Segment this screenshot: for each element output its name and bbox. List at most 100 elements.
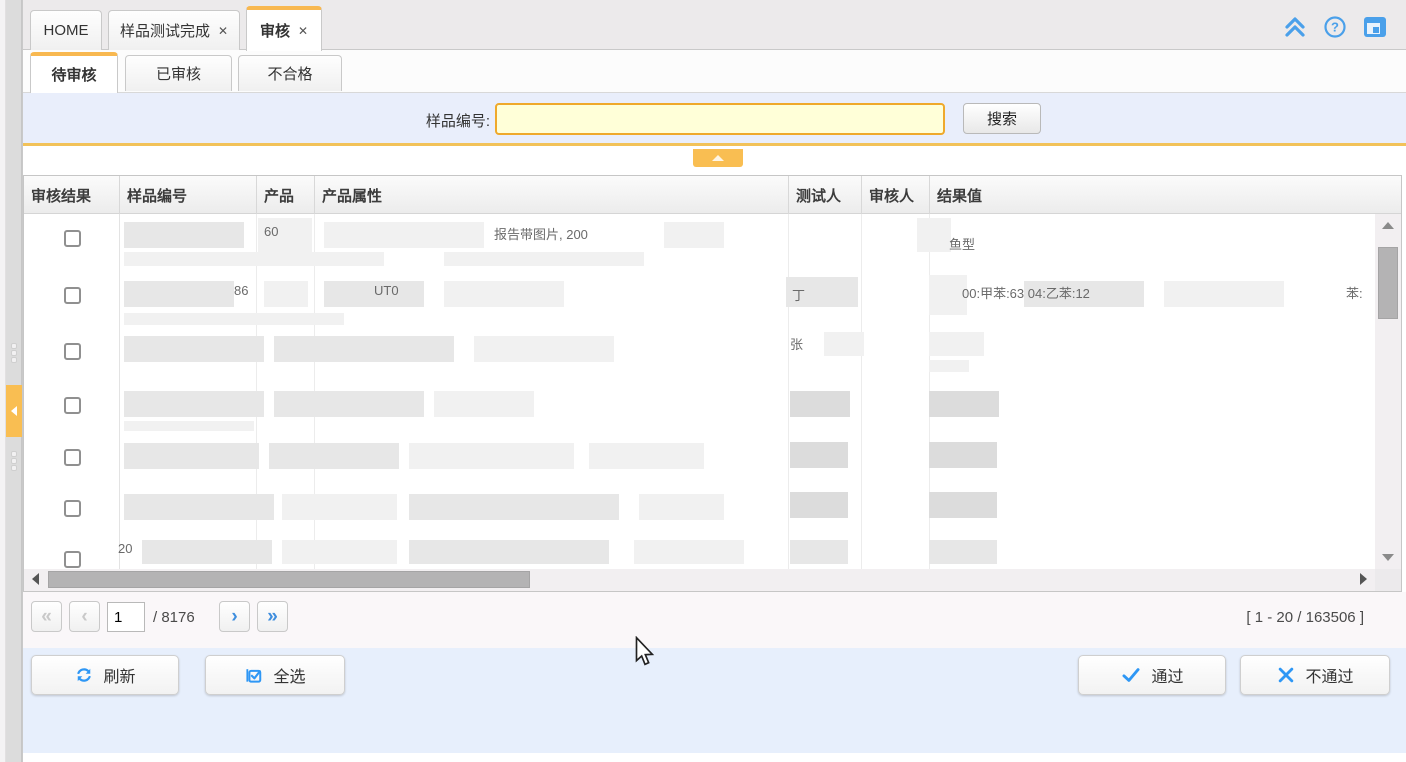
left-splitter-rail[interactable] — [6, 0, 22, 762]
table-row[interactable] — [24, 434, 1375, 485]
vertical-scrollbar[interactable] — [1375, 214, 1401, 569]
redacted-block — [929, 360, 969, 372]
redacted-block — [282, 494, 397, 520]
horizontal-scrollbar[interactable] — [24, 569, 1375, 591]
last-page-button[interactable]: » — [257, 601, 288, 632]
next-page-button[interactable]: › — [219, 601, 250, 632]
cell-text-fragment: 00:甲苯:63 04:乙苯:12 — [962, 283, 1090, 302]
scroll-up-arrow[interactable] — [1382, 222, 1394, 229]
redacted-block — [929, 540, 997, 564]
redacted-block — [917, 218, 951, 252]
tab-review[interactable]: 审核 ✕ — [246, 6, 322, 51]
table-row[interactable] — [24, 381, 1375, 434]
redacted-block — [282, 540, 397, 564]
tab-label: HOME — [44, 22, 89, 39]
page-number-input[interactable] — [107, 602, 145, 632]
sample-number-input[interactable] — [495, 103, 945, 135]
row-checkbox[interactable] — [64, 343, 81, 360]
calendar-icon[interactable] — [1362, 14, 1388, 40]
chevron-left-icon — [11, 406, 17, 416]
search-panel: 样品编号: 搜索 — [23, 93, 1406, 146]
select-all-icon — [244, 665, 264, 685]
tab-home[interactable]: HOME — [30, 10, 102, 50]
subtab-label: 待审核 — [51, 64, 96, 85]
row-checkbox[interactable] — [64, 449, 81, 466]
refresh-button[interactable]: 刷新 — [31, 655, 179, 695]
column-header-2[interactable]: 产品 — [256, 176, 314, 214]
column-header-5[interactable]: 审核人 — [861, 176, 929, 214]
tab-sample-test-complete[interactable]: 样品测试完成 ✕ — [108, 10, 240, 50]
table-row[interactable]: 20 — [24, 535, 1375, 569]
button-label: 刷新 — [103, 663, 135, 687]
subtab-unqualified[interactable]: 不合格 — [238, 55, 342, 91]
scroll-left-arrow[interactable] — [32, 573, 39, 585]
x-icon — [1276, 665, 1296, 685]
cell-text-fragment: 苯: — [1346, 283, 1363, 302]
row-checkbox[interactable] — [64, 551, 81, 568]
help-icon[interactable]: ? — [1322, 14, 1348, 40]
sub-tab-bar: 待审核 已审核 不合格 — [23, 50, 1406, 93]
redacted-block — [142, 540, 272, 564]
redacted-block — [124, 281, 234, 307]
collapse-sidebar-handle[interactable] — [6, 385, 22, 437]
subtab-label: 已审核 — [156, 63, 201, 84]
fail-button[interactable]: 不通过 — [1240, 655, 1390, 695]
button-label: 通过 — [1151, 663, 1183, 687]
prev-page-button[interactable]: ‹ — [69, 601, 100, 632]
collapse-up-icon[interactable] — [1282, 14, 1308, 40]
redacted-block — [324, 222, 484, 248]
column-header-0[interactable]: 审核结果 — [24, 176, 119, 214]
scroll-right-arrow[interactable] — [1360, 573, 1367, 585]
pagination-bar: « ‹ / 8176 › » [ 1 - 20 / 163506 ] — [23, 592, 1406, 648]
subtab-pending-review[interactable]: 待审核 — [30, 52, 118, 93]
redacted-block — [124, 494, 274, 520]
redacted-block — [929, 442, 997, 468]
cell-text-fragment: UT0 — [374, 283, 399, 298]
table-row[interactable] — [24, 485, 1375, 535]
redacted-block — [264, 281, 308, 307]
column-header-3[interactable]: 产品属性 — [314, 176, 788, 214]
redacted-block — [929, 391, 999, 417]
table-row[interactable]: 60报告带图片, 200鱼型 — [24, 214, 1375, 269]
cell-text-fragment: 86 — [234, 283, 248, 298]
pass-button[interactable]: 通过 — [1078, 655, 1226, 695]
redacted-block — [434, 391, 534, 417]
redacted-block — [124, 421, 254, 431]
sample-number-label: 样品编号: — [383, 110, 490, 131]
bottom-toolbar: 刷新 全选 通过 不通过 — [23, 648, 1406, 753]
grid-body: 60报告带图片, 200鱼型86UT0丁00:甲苯:63 04:乙苯:12苯:张… — [24, 214, 1375, 569]
vertical-scroll-thumb[interactable] — [1378, 247, 1398, 319]
close-icon[interactable]: ✕ — [218, 24, 228, 38]
select-all-button[interactable]: 全选 — [205, 655, 345, 695]
first-page-button[interactable]: « — [31, 601, 62, 632]
rail-grip-dots — [10, 344, 18, 362]
redacted-block — [790, 391, 850, 417]
redacted-block — [929, 492, 997, 518]
redacted-block — [444, 252, 644, 266]
table-row[interactable]: 张 — [24, 326, 1375, 381]
scroll-down-arrow[interactable] — [1382, 554, 1394, 561]
redacted-block — [124, 222, 244, 248]
subtab-reviewed[interactable]: 已审核 — [125, 55, 232, 91]
redacted-block — [824, 332, 864, 356]
horizontal-scroll-thumb[interactable] — [48, 571, 530, 588]
row-checkbox[interactable] — [64, 287, 81, 304]
redacted-block — [124, 443, 259, 469]
cell-text-fragment: 鱼型 — [949, 234, 975, 253]
column-header-6[interactable]: 结果值 — [929, 176, 1401, 214]
row-checkbox[interactable] — [64, 500, 81, 517]
column-header-1[interactable]: 样品编号 — [119, 176, 256, 214]
row-checkbox[interactable] — [64, 397, 81, 414]
redacted-block — [929, 332, 984, 356]
check-icon — [1120, 665, 1142, 685]
cell-text-fragment: 报告带图片, 200 — [494, 224, 588, 243]
chevron-up-icon — [712, 155, 724, 161]
close-icon[interactable]: ✕ — [298, 24, 308, 38]
table-row[interactable]: 86UT0丁00:甲苯:63 04:乙苯:12苯: — [24, 269, 1375, 326]
column-header-4[interactable]: 测试人 — [788, 176, 861, 214]
search-button[interactable]: 搜索 — [963, 103, 1041, 134]
collapse-search-panel-handle[interactable] — [693, 149, 743, 167]
row-checkbox[interactable] — [64, 230, 81, 247]
svg-text:?: ? — [1331, 20, 1339, 35]
refresh-icon — [74, 665, 94, 685]
